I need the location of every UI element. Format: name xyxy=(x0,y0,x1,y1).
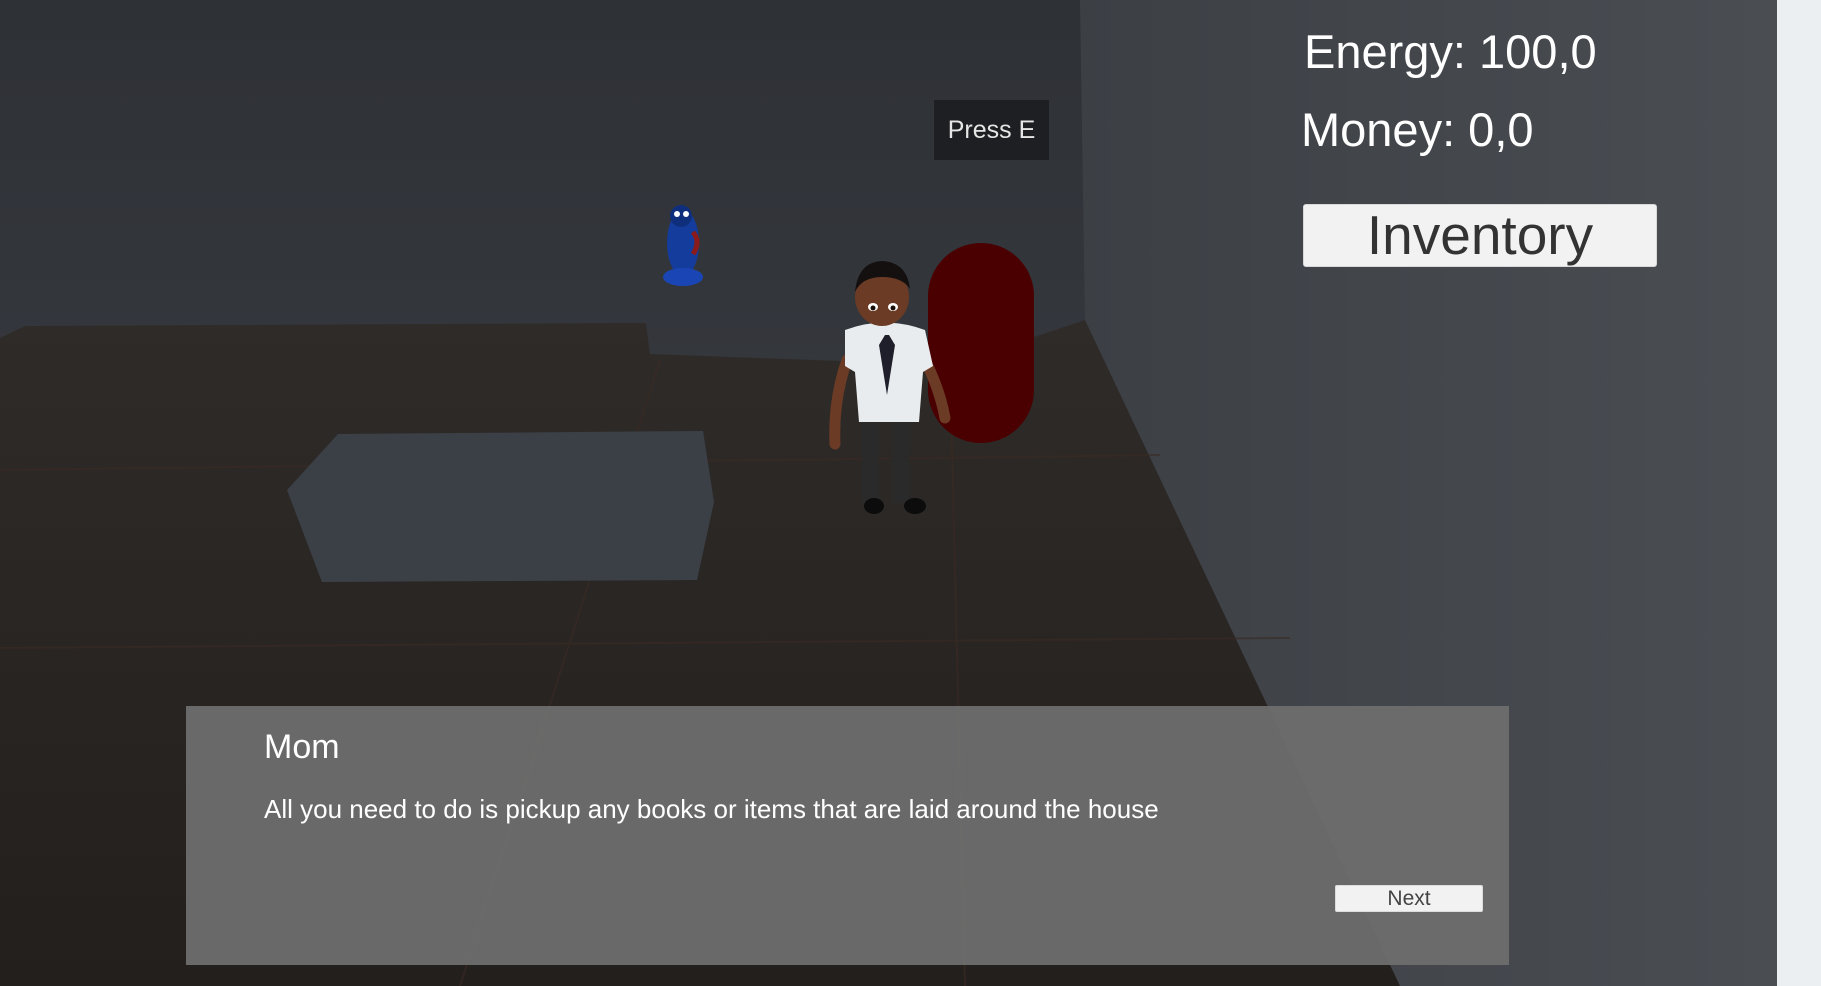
rug xyxy=(287,431,714,582)
money-readout: Money: 0,0 xyxy=(1301,103,1534,156)
dialog-speaker-name: Mom xyxy=(264,728,340,766)
screen-edge-strip xyxy=(1777,0,1821,986)
next-button[interactable]: Next xyxy=(1335,885,1483,912)
inventory-button[interactable]: Inventory xyxy=(1303,204,1657,267)
dialog-box: Mom All you need to do is pickup any boo… xyxy=(186,706,1509,965)
energy-readout: Energy: 100,0 xyxy=(1304,25,1597,78)
interact-prompt: Press E xyxy=(934,100,1049,160)
dialog-text: All you need to do is pickup any books o… xyxy=(264,794,1159,824)
